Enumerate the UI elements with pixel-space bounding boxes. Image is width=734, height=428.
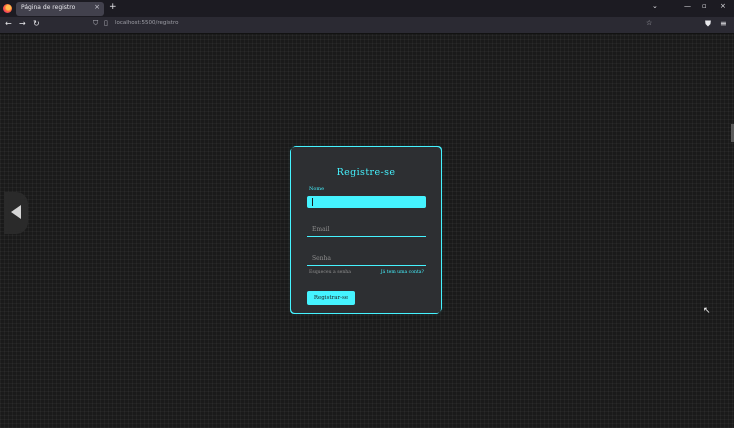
register-button[interactable]: Registrar-se (307, 291, 355, 305)
name-label: Nome (309, 186, 325, 192)
password-field[interactable]: Senha (307, 253, 426, 266)
pocket-icon[interactable]: ⛊ (705, 19, 711, 29)
tab-registration[interactable]: Página de registro × (16, 2, 104, 16)
previous-arrow-button[interactable] (4, 192, 28, 234)
previous-arrow-icon (11, 205, 21, 219)
forward-button[interactable]: → (19, 19, 26, 28)
tab-close-icon[interactable]: × (94, 3, 100, 11)
page-info-icon[interactable]: ▯ (104, 19, 108, 27)
maximize-button[interactable]: ▫ (702, 2, 707, 10)
reload-button[interactable]: ↻ (33, 19, 40, 28)
back-button[interactable]: ← (5, 19, 12, 28)
new-tab-button[interactable]: + (109, 2, 117, 12)
password-placeholder: Senha (312, 255, 331, 262)
text-caret (312, 198, 313, 206)
address-bar[interactable]: ⛉ ▯ localhost:5500/registro ☆ (88, 19, 662, 31)
email-placeholder: Email (312, 226, 330, 233)
forgot-password-link[interactable]: Esqueceu a senha (309, 270, 351, 275)
menu-icon[interactable]: ≡ (720, 19, 727, 28)
list-all-tabs-icon[interactable]: ⌄ (652, 2, 658, 10)
firefox-logo-icon (3, 4, 12, 13)
bookmark-star-icon[interactable]: ☆ (646, 19, 652, 27)
url-text[interactable]: localhost:5500/registro (115, 20, 178, 26)
login-link[interactable]: Já tem uma conta? (381, 270, 424, 275)
tab-bar: Página de registro × + ⌄ — ▫ × (0, 0, 734, 17)
page-content: Registre-se Nome Email Senha Esqueceu a … (0, 34, 734, 428)
navigation-bar: ← → ↻ ⛉ ▯ localhost:5500/registro ☆ ⛊ ≡ (0, 17, 734, 34)
close-window-button[interactable]: × (720, 2, 726, 10)
registration-form: Registre-se Nome Email Senha Esqueceu a … (291, 147, 441, 313)
tab-title: Página de registro (21, 4, 76, 11)
email-field[interactable]: Email (307, 224, 426, 237)
minimize-button[interactable]: — (684, 2, 691, 10)
mouse-cursor-icon: ↖ (703, 306, 711, 316)
form-title: Registre-se (336, 167, 396, 178)
name-input[interactable] (307, 196, 426, 208)
shield-icon: ⛉ (93, 19, 99, 27)
